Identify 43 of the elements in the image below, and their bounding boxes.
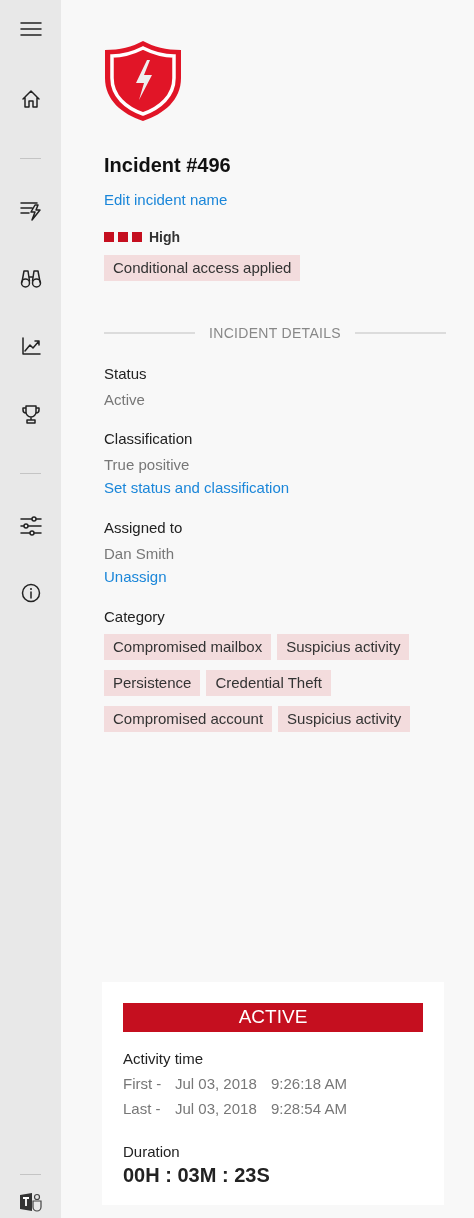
menu-icon[interactable] <box>19 21 42 37</box>
activity-time-label: Activity time <box>123 1050 204 1067</box>
sliders-icon[interactable] <box>19 515 42 537</box>
tag: Suspicius activity <box>277 634 410 660</box>
action-link[interactable]: Set status and classification <box>104 479 290 496</box>
field-label: Category <box>104 608 166 625</box>
time-value: 9:28:54 AM <box>271 1100 347 1117</box>
severity-square <box>118 232 128 242</box>
tag: Compromised account <box>104 706 273 732</box>
field-label: Classification <box>104 430 194 447</box>
edit-name-link[interactable]: Edit incident name <box>104 191 228 208</box>
line-chart-icon[interactable] <box>20 336 41 356</box>
time-date: Jul 03, 2018 <box>175 1100 258 1117</box>
home-icon[interactable] <box>20 89 41 109</box>
tag: Compromised mailbox <box>104 634 272 660</box>
app-logo-icon[interactable] <box>19 1192 42 1212</box>
time-date: Jul 03, 2018 <box>175 1075 258 1092</box>
severity-square <box>132 232 142 242</box>
field-value: Active <box>104 391 146 408</box>
tag: Suspicius activity <box>278 706 411 732</box>
status-banner: ACTIVE <box>123 1003 423 1032</box>
binoculars-icon[interactable] <box>19 268 42 288</box>
field-label: Status <box>104 365 148 382</box>
trophy-icon[interactable] <box>21 404 40 424</box>
severity-label: High <box>149 229 181 245</box>
time-value: 9:26:18 AM <box>271 1075 347 1092</box>
severity-square <box>104 232 114 242</box>
section-heading: INCIDENT DETAILS <box>209 325 341 341</box>
tag: Credential Theft <box>206 670 331 696</box>
shield-lightning-icon <box>104 40 182 122</box>
action-link[interactable]: Unassign <box>104 568 167 585</box>
tag: Conditional access applied <box>104 255 301 281</box>
time-label: Last - <box>123 1100 162 1117</box>
info-icon[interactable] <box>20 583 41 603</box>
incident-title: Incident #496 <box>104 154 232 177</box>
list-lightning-icon[interactable] <box>19 200 42 222</box>
field-value: Dan Smith <box>104 545 176 562</box>
time-label: First - <box>123 1075 163 1092</box>
field-label: Assigned to <box>104 519 184 536</box>
duration-value: 00H : 03M : 23S <box>123 1164 271 1187</box>
duration-label: Duration <box>123 1143 181 1160</box>
tag: Persistence <box>104 670 201 696</box>
field-value: True positive <box>104 456 191 473</box>
